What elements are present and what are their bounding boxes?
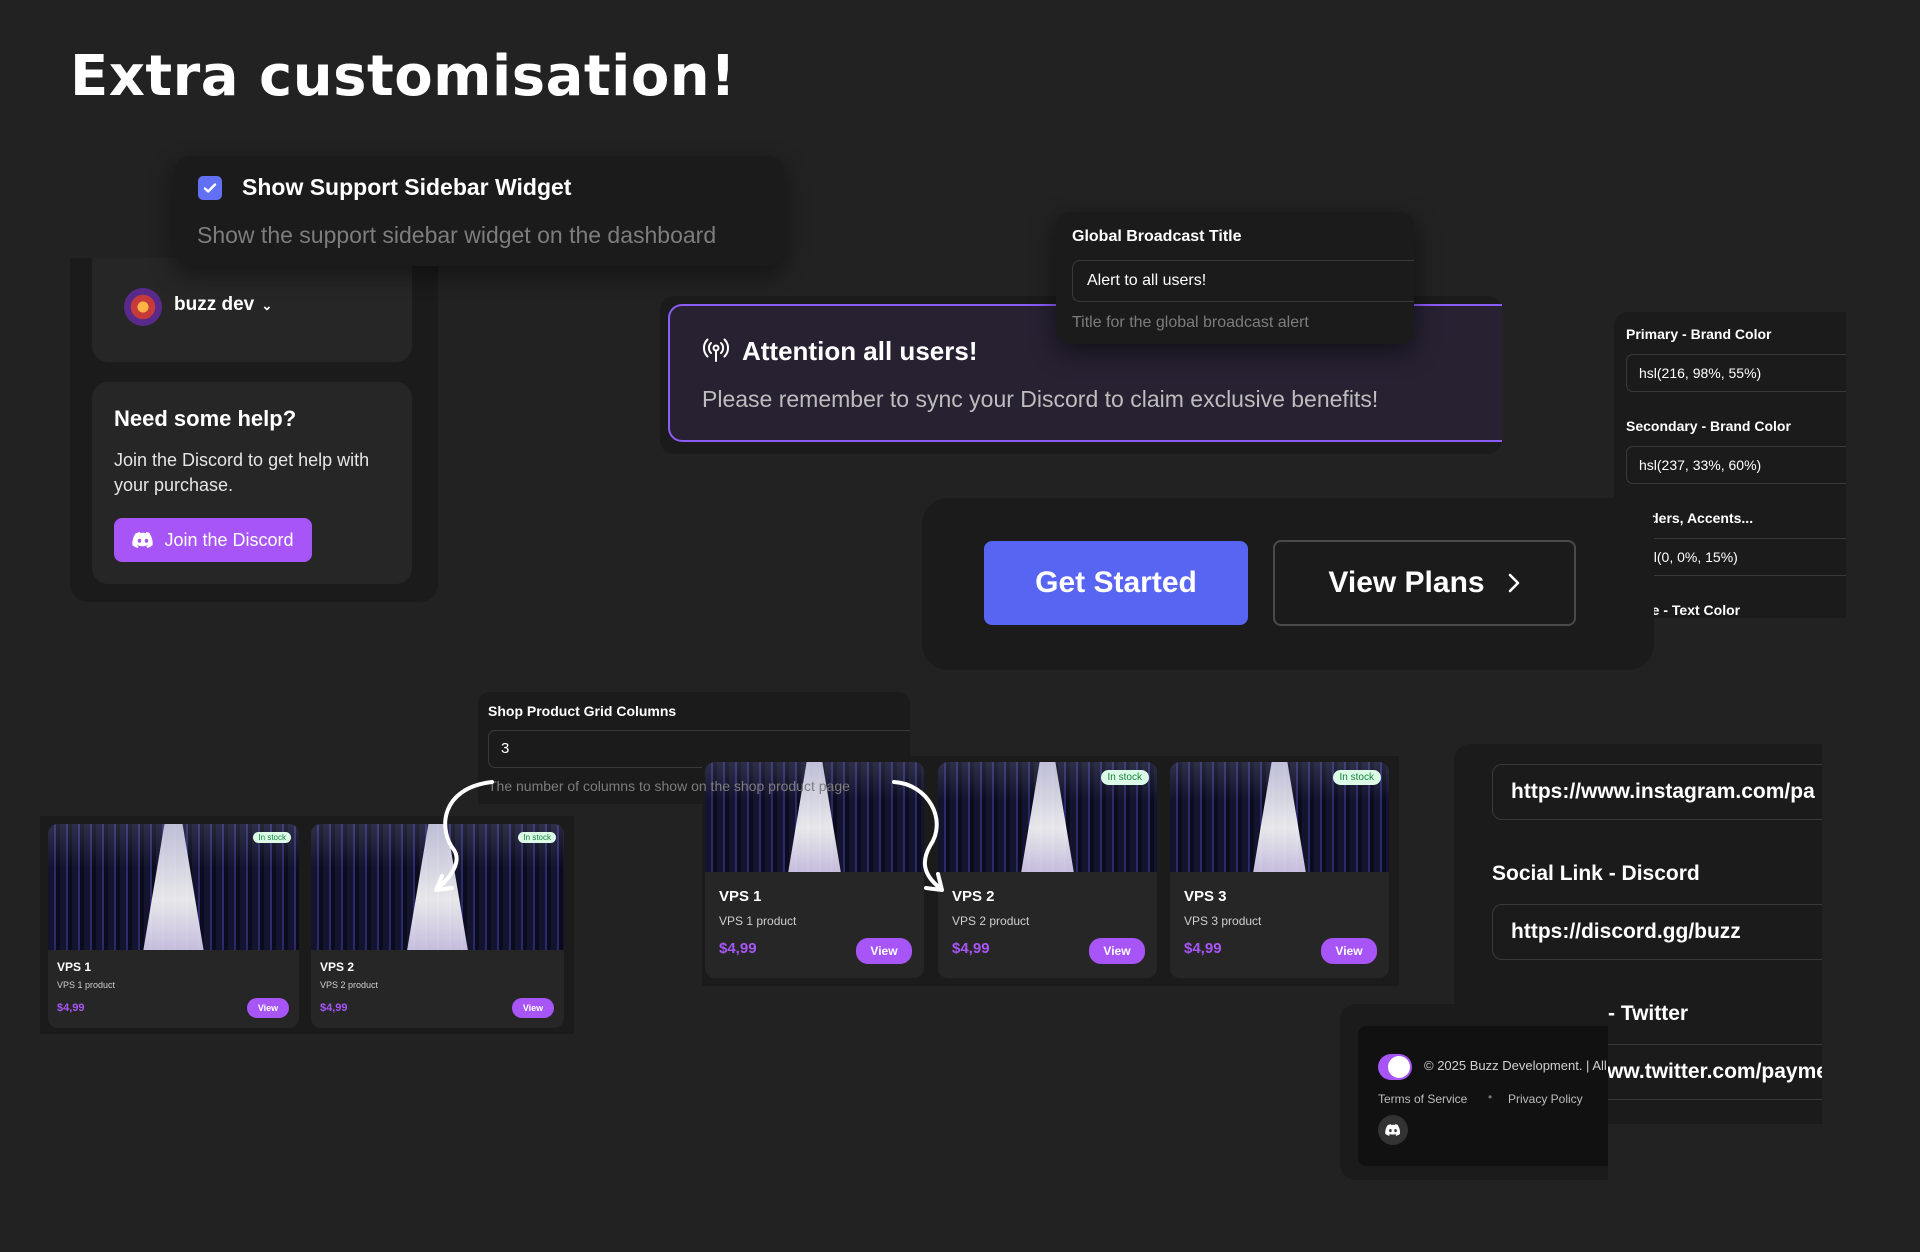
product-image: In stock [1170, 762, 1389, 872]
broadcast-title: Attention all users! [742, 336, 978, 366]
product-description: VPS 3 product [1184, 914, 1262, 928]
support-widget-setting [174, 156, 784, 266]
product-name: VPS 1 [719, 888, 762, 905]
arrow-annotation-left [434, 780, 494, 892]
borders-color-input[interactable]: hsl(0, 0%, 15%) [1626, 538, 1846, 576]
primary-color-input[interactable]: hsl(216, 98%, 55%) [1626, 354, 1846, 392]
product-name: VPS 3 [1184, 888, 1227, 905]
view-button[interactable]: View [856, 938, 912, 964]
stock-badge: In stock [1332, 770, 1381, 785]
product-image: In stock [48, 824, 299, 950]
view-button[interactable]: View [1321, 938, 1377, 964]
product-description: VPS 2 product [952, 914, 1030, 928]
arrow-annotation-right [892, 780, 944, 892]
theme-toggle[interactable] [1378, 1054, 1412, 1080]
user-menu[interactable]: buzz dev ⌄ [174, 294, 272, 316]
view-button[interactable]: View [247, 998, 289, 1018]
product-description: VPS 1 product [57, 980, 116, 990]
help-title: Need some help? [114, 406, 297, 431]
check-icon [203, 183, 217, 193]
product-name: VPS 1 [57, 960, 92, 974]
broadcast-icon [702, 336, 730, 369]
twitter-link-input[interactable]: ww.twitter.com/payme [1600, 1044, 1822, 1100]
privacy-link[interactable]: Privacy Policy [1508, 1092, 1583, 1106]
product-card[interactable]: In stock VPS 1 VPS 1 product $4,99 View [48, 824, 299, 1028]
chevron-right-icon [1508, 573, 1519, 593]
terms-link[interactable]: Terms of Service [1378, 1092, 1467, 1106]
stock-badge: In stock [518, 832, 556, 843]
product-description: VPS 1 product [719, 914, 797, 928]
product-price: $4,99 [57, 1002, 85, 1014]
broadcast-title-input[interactable]: Alert to all users! [1072, 260, 1414, 302]
product-card[interactable]: In stock VPS 3 VPS 3 product $4,99 View [1170, 762, 1389, 978]
instagram-link-input[interactable]: https://www.instagram.com/pa [1492, 764, 1822, 820]
primary-color-label: Primary - Brand Color [1626, 326, 1772, 342]
help-text: Join the Discord to get help with your p… [114, 450, 370, 495]
grid-columns-label: Shop Product Grid Columns [488, 703, 677, 719]
user-name: buzz dev [174, 294, 255, 315]
secondary-color-input[interactable]: hsl(237, 33%, 60%) [1626, 446, 1846, 484]
product-image: In stock [938, 762, 1157, 872]
support-widget-description: Show the support sidebar widget on the d… [197, 222, 717, 248]
avatar [124, 288, 162, 326]
view-plans-label: View Plans [1328, 566, 1485, 599]
product-price: $4,99 [320, 1002, 348, 1014]
footer-separator: • [1488, 1090, 1493, 1104]
product-price: $4,99 [719, 940, 757, 957]
page-title: Extra customisation! [70, 44, 737, 109]
broadcast-title-label: Global Broadcast Title [1072, 228, 1242, 245]
stock-badge: In stock [1100, 770, 1149, 785]
copyright-text: © 2025 Buzz Development. | All [1424, 1058, 1607, 1073]
broadcast-title-hint: Title for the global broadcast alert [1072, 314, 1309, 331]
discord-link-label: Social Link - Discord [1492, 862, 1700, 885]
stock-badge: In stock [253, 832, 291, 843]
product-name: VPS 2 [320, 960, 355, 974]
chevron-down-icon: ⌄ [261, 298, 273, 313]
get-started-button[interactable]: Get Started [984, 541, 1248, 625]
product-price: $4,99 [1184, 940, 1222, 957]
view-button[interactable]: View [512, 998, 554, 1018]
join-discord-label: Join the Discord [164, 529, 294, 550]
secondary-color-label: Secondary - Brand Color [1626, 418, 1791, 434]
discord-icon [132, 532, 154, 548]
product-price: $4,99 [952, 940, 990, 957]
footer-discord-icon[interactable] [1378, 1115, 1408, 1145]
join-discord-button[interactable]: Join the Discord [114, 518, 312, 562]
discord-link-input[interactable]: https://discord.gg/buzz [1492, 904, 1822, 960]
twitter-link-label: - Twitter [1608, 1002, 1689, 1025]
view-plans-button[interactable]: View Plans [1273, 540, 1576, 626]
broadcast-message: Please remember to sync your Discord to … [702, 386, 1379, 412]
support-widget-label: Show Support Sidebar Widget [242, 174, 572, 200]
product-description: VPS 2 product [320, 980, 379, 990]
view-button[interactable]: View [1089, 938, 1145, 964]
product-card[interactable]: In stock VPS 2 VPS 2 product $4,99 View [938, 762, 1157, 978]
grid-columns-hint: The number of columns to show on the sho… [488, 778, 850, 794]
support-widget-checkbox[interactable] [198, 176, 222, 200]
